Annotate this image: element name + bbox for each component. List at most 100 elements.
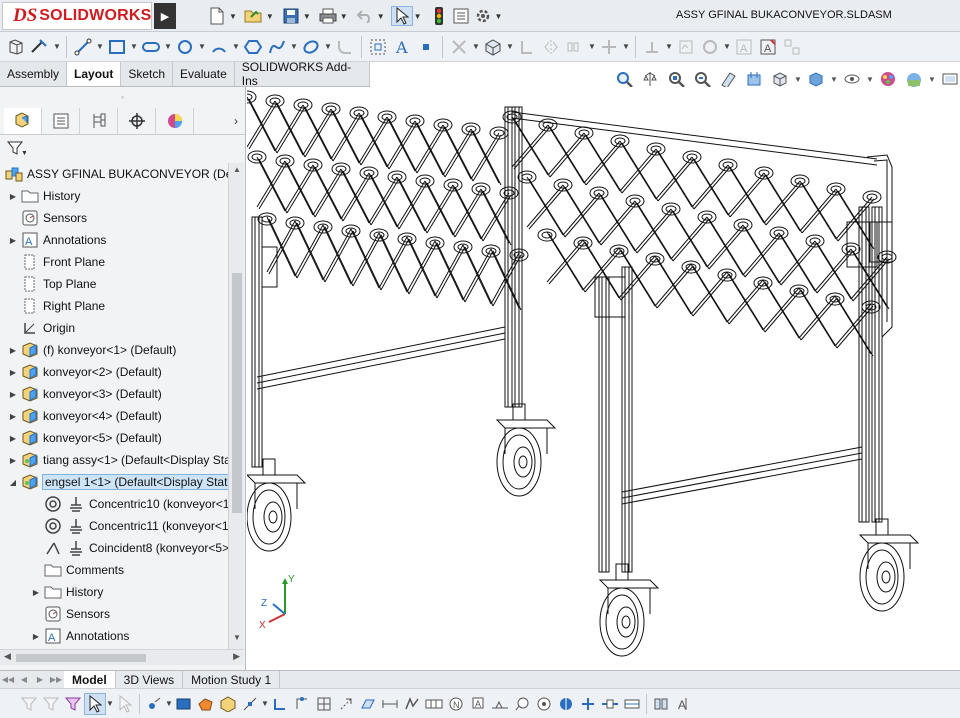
filter-datum-icon[interactable]: A (467, 693, 489, 715)
filter-arrow-icon[interactable] (114, 693, 136, 715)
first-tab-arrow-icon[interactable]: ◀◀ (0, 675, 16, 684)
filter-dimensions-icon[interactable] (379, 693, 401, 715)
view-orientation-dropdown-icon[interactable]: ▼ (794, 75, 802, 84)
print-icon[interactable] (317, 6, 339, 26)
new-dropdown-icon[interactable]: ▼ (229, 12, 237, 21)
circle-icon[interactable] (173, 35, 197, 59)
slot-icon[interactable] (139, 35, 163, 59)
filter-midpoints-icon[interactable] (291, 693, 313, 715)
spline-dropdown-icon[interactable]: ▼ (289, 42, 299, 51)
filter-toggle-icon[interactable] (18, 693, 40, 715)
tab-assembly[interactable]: Assembly (0, 62, 68, 86)
dimension-dropdown-icon[interactable]: ▼ (52, 42, 62, 51)
linear-pattern-icon[interactable] (563, 35, 587, 59)
tree-item[interactable]: Origin (6, 317, 75, 339)
filter-planes-icon[interactable] (357, 693, 379, 715)
select-pointer-icon[interactable] (84, 692, 106, 715)
solidworks-logo[interactable]: DS SOLIDWORKS (2, 2, 152, 30)
filter-edit-icon[interactable] (62, 693, 84, 715)
move-dropdown-icon[interactable]: ▼ (621, 42, 631, 51)
filter-sketch-segments-icon[interactable] (269, 693, 291, 715)
filter-icon[interactable]: ▼ (6, 140, 26, 156)
tab-add-ins[interactable]: SOLIDWORKS Add-Ins (234, 60, 370, 88)
offset-entities-icon[interactable] (366, 35, 390, 59)
tab-3d-views[interactable]: 3D Views (116, 671, 184, 688)
menu-expand-arrow[interactable]: ▶ (154, 3, 176, 29)
expand-arrow-icon[interactable]: ▶ (6, 368, 20, 377)
print-dropdown-icon[interactable]: ▼ (340, 12, 348, 21)
tree-item[interactable]: Sensors (29, 603, 110, 625)
filter-dowel-pin-icon[interactable] (533, 693, 555, 715)
tree-item[interactable]: ▶ History (29, 581, 103, 603)
select-icon[interactable] (390, 6, 413, 26)
insert-component-icon[interactable] (481, 35, 505, 59)
arc-icon[interactable] (207, 35, 231, 59)
block-dropdown-icon[interactable]: ▼ (722, 42, 732, 51)
tree-item[interactable]: Front Plane (6, 251, 105, 273)
filter-faces-icon[interactable] (173, 693, 195, 715)
expand-arrow-icon[interactable]: ▶ (29, 632, 43, 641)
expand-arrow-icon[interactable]: ▶ (6, 390, 20, 399)
last-tab-arrow-icon[interactable]: ▶▶ (48, 675, 64, 684)
tab-layout[interactable]: Layout (67, 62, 122, 86)
rebuild-icon[interactable] (428, 6, 450, 26)
tree-horizontal-scrollbar[interactable]: ◀ ▶ (0, 649, 244, 665)
edit-block-icon[interactable]: A (756, 35, 780, 59)
filter-geometric-tolerance-icon[interactable] (423, 693, 445, 715)
tree-item[interactable]: Concentric10 (konveyor<1>) (29, 493, 228, 515)
mirror-entities-icon[interactable] (539, 35, 563, 59)
feature-filter[interactable]: ▼ (0, 135, 245, 161)
scroll-right-arrow-icon[interactable]: ▶ (233, 651, 240, 662)
filter-mates-icon[interactable] (650, 693, 672, 715)
tab-configuration-manager[interactable] (80, 107, 118, 134)
tree-item[interactable]: ▶ konveyor<4> (Default) (6, 405, 162, 427)
line-icon[interactable] (71, 35, 95, 59)
open-icon[interactable] (243, 6, 265, 26)
display-style-dropdown-icon[interactable]: ▼ (830, 75, 838, 84)
prev-tab-arrow-icon[interactable]: ◀ (16, 675, 32, 684)
ellipse-icon[interactable] (299, 35, 323, 59)
filter-routing-points-icon[interactable] (599, 693, 621, 715)
filter-balloons-icon[interactable] (511, 693, 533, 715)
3d-sketch-icon[interactable] (4, 35, 28, 59)
conveyor-model-view[interactable] (247, 87, 960, 670)
expand-arrow-icon[interactable]: ▶ (29, 588, 43, 597)
smart-dimension-icon[interactable] (28, 35, 52, 59)
tree-item[interactable]: Coincident8 (konveyor<5>) (29, 537, 228, 559)
expand-arrow-icon[interactable]: ▶ (6, 412, 20, 421)
next-tab-arrow-icon[interactable]: ▶ (32, 675, 48, 684)
expand-arrow-icon[interactable]: ▶ (6, 192, 20, 201)
graphics-area[interactable]: Y X Z (247, 87, 960, 670)
tree-vertical-scrollbar[interactable]: ▲ ▼ (228, 163, 244, 649)
tab-dimxpert-manager[interactable] (118, 107, 156, 134)
ellipse-dropdown-icon[interactable]: ▼ (323, 42, 333, 51)
explode-block-icon[interactable] (780, 35, 804, 59)
filter-connection-points-icon[interactable] (621, 693, 643, 715)
sketch-points-dropdown-icon[interactable]: ▼ (261, 699, 269, 708)
options-dropdown-icon[interactable]: ▼ (495, 12, 503, 21)
pane-grip-icon[interactable]: ◦ (0, 87, 245, 107)
rotate-block-icon[interactable] (698, 35, 722, 59)
tree-item[interactable]: ▶ konveyor<3> (Default) (6, 383, 162, 405)
tree-item[interactable]: ▶ A Annotations (6, 229, 106, 251)
slot-dropdown-icon[interactable]: ▼ (163, 42, 173, 51)
text-icon[interactable]: A (390, 35, 414, 59)
filter-components-icon[interactable] (217, 693, 239, 715)
scroll-thumb[interactable] (16, 654, 146, 662)
polygon-icon[interactable] (241, 35, 265, 59)
save-dropdown-icon[interactable]: ▼ (303, 12, 311, 21)
convert-entities-icon[interactable] (515, 35, 539, 59)
tree-item[interactable]: Sensors (6, 207, 87, 229)
tree-item[interactable]: ▶ konveyor<5> (Default) (6, 427, 162, 449)
expand-arrow-icon[interactable]: ▶ (6, 346, 20, 355)
tree-item[interactable]: ◢ engsel 1<1> (Default<Display State-1>) (6, 471, 228, 493)
select-dropdown-icon[interactable]: ▼ (414, 12, 422, 21)
select-dropdown-icon[interactable]: ▼ (106, 699, 114, 708)
filter-sketch-points-icon[interactable] (239, 693, 261, 715)
trim-icon[interactable] (447, 35, 471, 59)
scroll-up-arrow-icon[interactable]: ▲ (229, 165, 245, 179)
tab-feature-manager[interactable] (4, 107, 42, 134)
filter-blocks-icon[interactable] (577, 693, 599, 715)
tab-display-manager[interactable] (156, 107, 194, 134)
arc-dropdown-icon[interactable]: ▼ (231, 42, 241, 51)
